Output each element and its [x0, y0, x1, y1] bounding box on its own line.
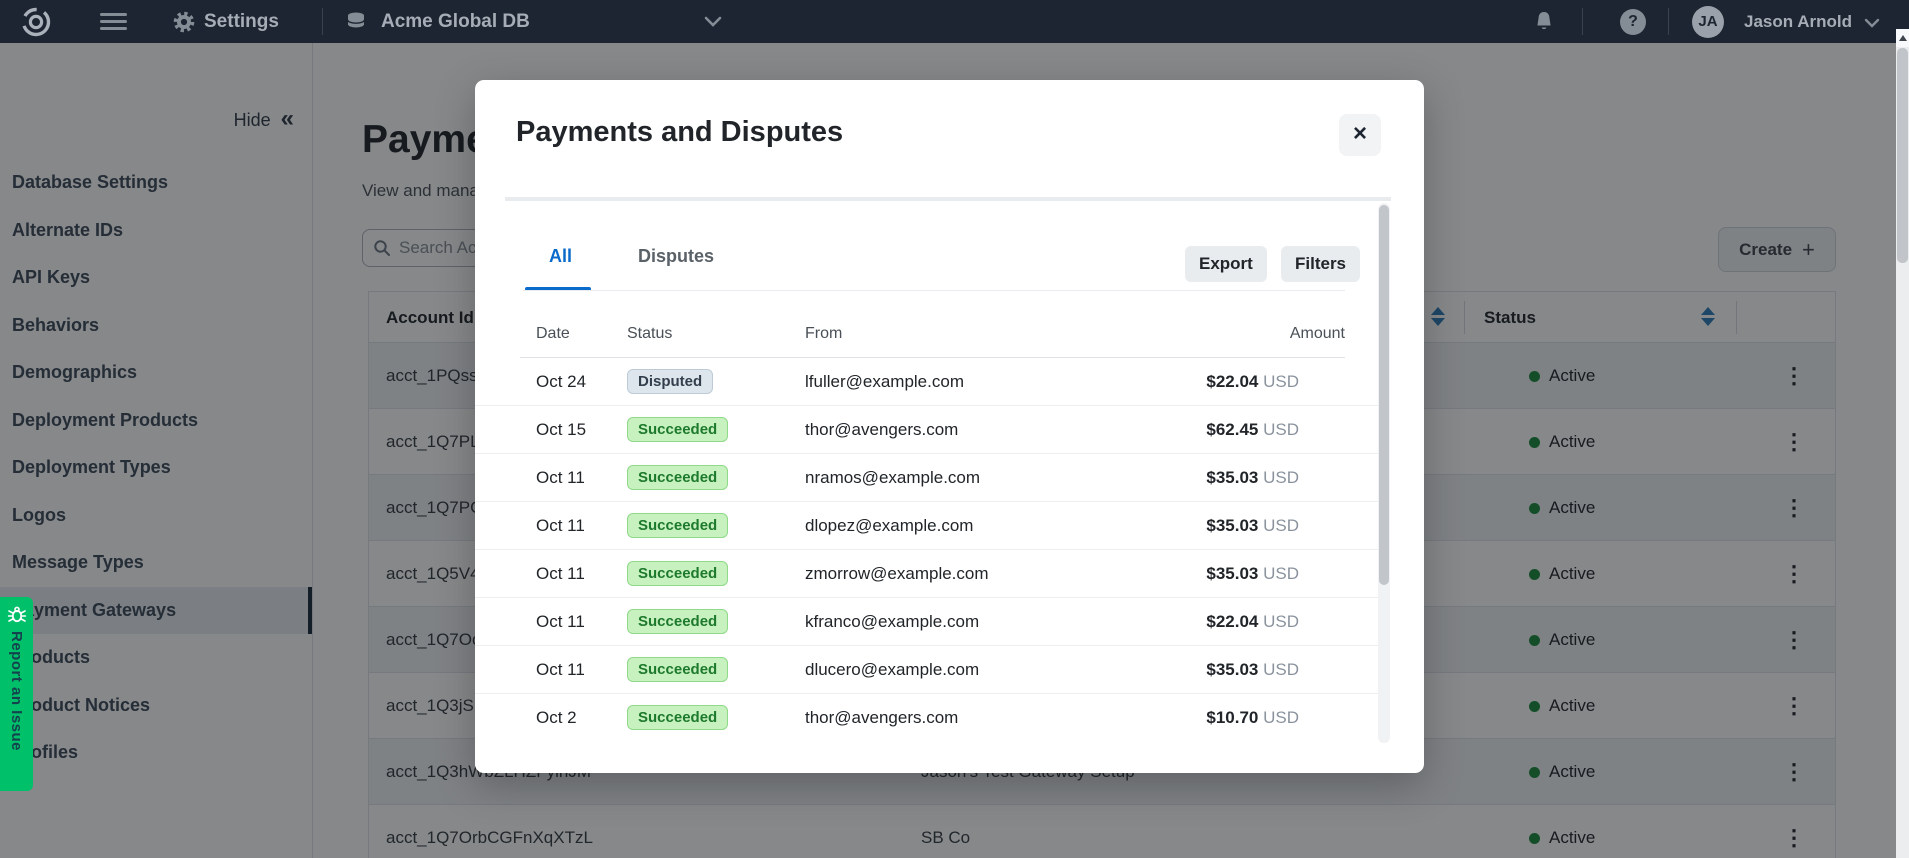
- modal-header-divider: [505, 197, 1391, 201]
- payment-row[interactable]: Oct 11 Succeeded dlopez@example.com $35.…: [475, 502, 1378, 550]
- from-cell: nramos@example.com: [805, 454, 980, 502]
- payments-disputes-modal: Payments and Disputes × All Disputes Exp…: [475, 80, 1424, 773]
- from-cell: dlucero@example.com: [805, 646, 979, 694]
- payment-row[interactable]: Oct 11 Succeeded dlucero@example.com $35…: [475, 646, 1378, 694]
- status-badge: Succeeded: [627, 465, 728, 490]
- top-navigation-bar: Settings Acme Global DB ? JA Jason Arnol…: [0, 0, 1909, 43]
- hamburger-menu-icon[interactable]: [100, 13, 127, 30]
- gear-icon[interactable]: [172, 10, 196, 34]
- date-cell: Oct 24: [536, 358, 586, 406]
- notification-bell-icon[interactable]: [1532, 10, 1556, 34]
- currency-label: USD: [1263, 612, 1299, 631]
- from-cell: dlopez@example.com: [805, 502, 973, 550]
- amount-cell: $62.45 USD: [1206, 406, 1299, 454]
- currency-label: USD: [1263, 372, 1299, 391]
- date-cell: Oct 11: [536, 646, 585, 694]
- date-cell: Oct 11: [536, 598, 585, 646]
- close-icon: ×: [1353, 120, 1367, 147]
- modal-scrollbar-track[interactable]: [1378, 203, 1390, 743]
- amount-cell: $22.04 USD: [1206, 598, 1299, 646]
- bug-icon: [7, 605, 27, 625]
- payment-row[interactable]: Oct 11 Succeeded kfranco@example.com $22…: [475, 598, 1378, 646]
- topbar-divider: [1668, 8, 1669, 35]
- report-issue-label: Report an Issue: [8, 631, 25, 751]
- amount-cell: $22.04 USD: [1206, 358, 1299, 406]
- status-badge: Disputed: [627, 369, 713, 394]
- date-cell: Oct 2: [536, 694, 577, 742]
- from-cell: thor@avengers.com: [805, 694, 958, 742]
- user-name-label[interactable]: Jason Arnold: [1744, 0, 1852, 43]
- modal-title: Payments and Disputes: [516, 116, 843, 149]
- user-menu-chevron-icon[interactable]: [1864, 18, 1880, 28]
- amount-cell: $35.03 USD: [1206, 502, 1299, 550]
- payment-row[interactable]: Oct 11 Succeeded zmorrow@example.com $35…: [475, 550, 1378, 598]
- currency-label: USD: [1263, 708, 1299, 727]
- date-cell: Oct 11: [536, 502, 585, 550]
- topbar-divider: [1582, 8, 1583, 35]
- tab-disputes[interactable]: Disputes: [638, 246, 714, 267]
- currency-label: USD: [1263, 516, 1299, 535]
- column-header-status: Status: [627, 325, 672, 343]
- currency-label: USD: [1263, 660, 1299, 679]
- database-icon: [345, 11, 367, 33]
- payment-row[interactable]: Oct 11 Succeeded nramos@example.com $35.…: [475, 454, 1378, 502]
- app-logo-icon[interactable]: [20, 6, 52, 38]
- status-badge: Succeeded: [627, 561, 728, 586]
- currency-label: USD: [1263, 468, 1299, 487]
- status-badge: Succeeded: [627, 417, 728, 442]
- tab-row-border: [523, 290, 1345, 291]
- app-root: Settings Acme Global DB ? JA Jason Arnol…: [0, 0, 1909, 858]
- from-cell: lfuller@example.com: [805, 358, 964, 406]
- modal-close-button[interactable]: ×: [1339, 114, 1381, 156]
- payment-row[interactable]: Oct 15 Succeeded thor@avengers.com $62.4…: [475, 406, 1378, 454]
- amount-cell: $35.03 USD: [1206, 454, 1299, 502]
- help-icon[interactable]: ?: [1620, 9, 1646, 35]
- column-header-from: From: [805, 325, 842, 343]
- currency-label: USD: [1263, 564, 1299, 583]
- status-badge: Succeeded: [627, 609, 728, 634]
- status-badge: Succeeded: [627, 513, 728, 538]
- modal-scrollbar-thumb[interactable]: [1379, 205, 1389, 585]
- scrollbar-up-arrow[interactable]: [1896, 29, 1909, 47]
- currency-label: USD: [1263, 420, 1299, 439]
- database-selector-label: Acme Global DB: [381, 0, 530, 43]
- amount-cell: $35.03 USD: [1206, 646, 1299, 694]
- database-selector[interactable]: Acme Global DB: [345, 0, 722, 43]
- date-cell: Oct 15: [536, 406, 586, 454]
- payments-table: Oct 24 Disputed lfuller@example.com $22.…: [475, 358, 1378, 742]
- from-cell: thor@avengers.com: [805, 406, 958, 454]
- from-cell: zmorrow@example.com: [805, 550, 989, 598]
- tab-all[interactable]: All: [549, 246, 572, 267]
- topbar-divider: [322, 8, 323, 35]
- date-cell: Oct 11: [536, 550, 585, 598]
- status-badge: Succeeded: [627, 705, 728, 730]
- page-scrollbar-thumb[interactable]: [1897, 48, 1908, 263]
- page-scrollbar-track[interactable]: [1896, 29, 1909, 858]
- payment-row[interactable]: Oct 24 Disputed lfuller@example.com $22.…: [475, 358, 1378, 406]
- amount-cell: $35.03 USD: [1206, 550, 1299, 598]
- status-badge: Succeeded: [627, 657, 728, 682]
- user-avatar[interactable]: JA: [1692, 6, 1724, 38]
- export-button[interactable]: Export: [1185, 246, 1267, 282]
- report-issue-tab[interactable]: Report an Issue: [0, 597, 33, 791]
- amount-cell: $10.70 USD: [1206, 694, 1299, 742]
- date-cell: Oct 11: [536, 454, 585, 502]
- chevron-down-icon: [704, 16, 722, 27]
- filters-button[interactable]: Filters: [1281, 246, 1360, 282]
- column-header-date: Date: [536, 325, 570, 343]
- column-header-amount: Amount: [1290, 325, 1345, 343]
- from-cell: kfranco@example.com: [805, 598, 979, 646]
- payment-row[interactable]: Oct 2 Succeeded thor@avengers.com $10.70…: [475, 694, 1378, 742]
- settings-nav-label[interactable]: Settings: [204, 0, 279, 43]
